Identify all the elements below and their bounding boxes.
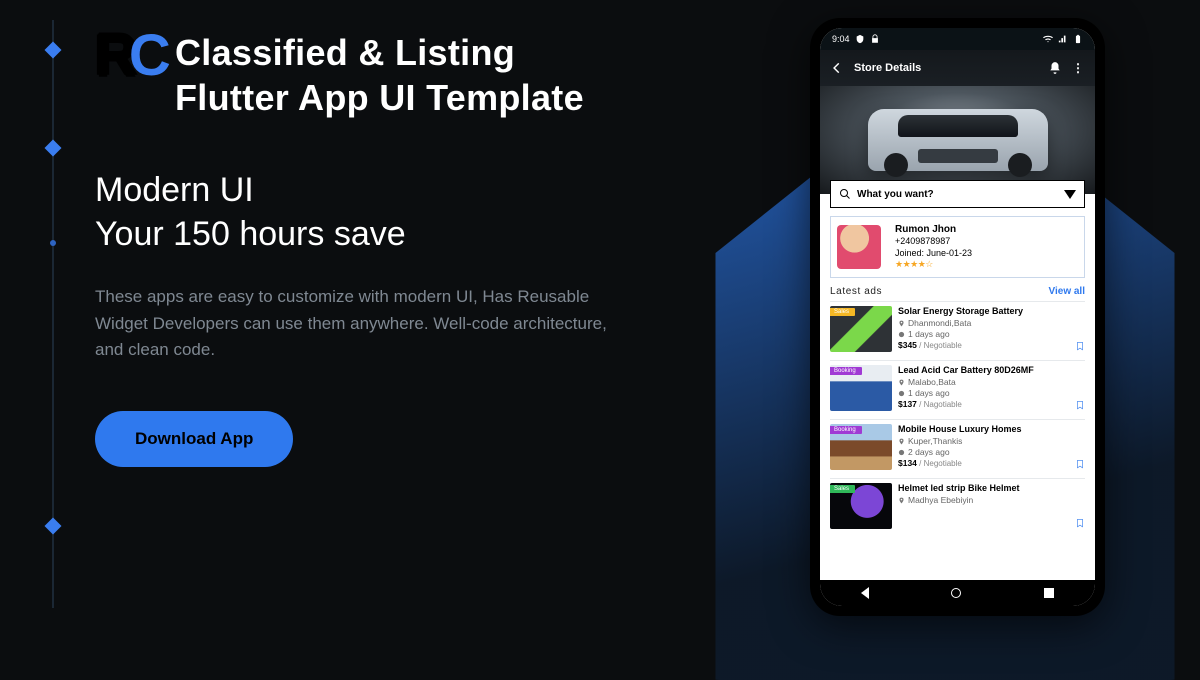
- bookmark-icon[interactable]: [1075, 340, 1085, 352]
- timeline-decor: [52, 20, 54, 608]
- wifi-icon: [1043, 34, 1053, 44]
- bookmark-icon[interactable]: [1075, 399, 1085, 411]
- logo-letter-r: R: [95, 30, 129, 110]
- ad-thumbnail: Sales: [830, 306, 892, 352]
- profile-joined: Joined: June-01-23: [895, 248, 972, 260]
- search-icon: [839, 188, 851, 200]
- ad-price: $134 / Negotiable: [898, 458, 1085, 469]
- signal-icon: [1058, 34, 1068, 44]
- subhead-line1: Modern UI: [95, 171, 254, 209]
- body-copy: These apps are easy to customize with mo…: [95, 284, 625, 363]
- ad-price: $345 / Negotiable: [898, 340, 1085, 351]
- nav-back-icon[interactable]: [861, 587, 869, 599]
- phone-mockup: 9:04 Store Details ⋮: [810, 18, 1105, 616]
- download-app-button[interactable]: Download App: [95, 411, 293, 467]
- shield-icon: [855, 34, 865, 44]
- ad-badge: Sales: [830, 308, 855, 316]
- bookmark-icon[interactable]: [1075, 517, 1085, 529]
- ad-thumbnail: Booking: [830, 424, 892, 470]
- ad-location: Dhanmondi,Bata: [898, 318, 1085, 329]
- profile-phone: +2409878987: [895, 236, 972, 248]
- ad-row[interactable]: Sales Solar Energy Storage BatteryDhanmon…: [830, 301, 1085, 356]
- ad-time: 1 days ago: [898, 329, 1085, 340]
- subhead-line2: Your 150 hours save: [95, 215, 406, 253]
- ad-row[interactable]: Booking Lead Acid Car Battery 80D26MFMala…: [830, 360, 1085, 415]
- ad-thumbnail: Sales: [830, 483, 892, 529]
- search-input[interactable]: What you want?: [830, 180, 1085, 208]
- section-title: Latest ads: [830, 286, 882, 297]
- more-icon[interactable]: ⋮: [1072, 61, 1085, 75]
- bell-icon[interactable]: [1048, 61, 1062, 75]
- ad-location: Madhya Ebebiyin: [898, 495, 1085, 506]
- ad-time: 2 days ago: [898, 447, 1085, 458]
- status-time: 9:04: [832, 34, 850, 44]
- ad-price: $137 / Nagotiable: [898, 399, 1085, 410]
- ad-badge: Booking: [830, 426, 862, 434]
- heading-line1: Classified & Listing: [175, 32, 515, 73]
- ad-title: Lead Acid Car Battery 80D26MF: [898, 365, 1085, 377]
- ad-title: Helmet led strip Bike Helmet: [898, 483, 1085, 495]
- ad-row[interactable]: Sales Helmet led strip Bike HelmetMadhya …: [830, 478, 1085, 533]
- timeline-dot: [45, 42, 62, 59]
- timeline-dot: [45, 140, 62, 157]
- ad-badge: Booking: [830, 367, 862, 375]
- nav-recent-icon[interactable]: [1044, 588, 1054, 598]
- ad-title: Mobile House Luxury Homes: [898, 424, 1085, 436]
- brand-logo: RC: [95, 30, 163, 110]
- avatar: [837, 225, 881, 269]
- heading-line2: Flutter App UI Template: [175, 77, 584, 118]
- page-title: Classified & Listing Flutter App UI Temp…: [175, 30, 584, 120]
- lock-icon: [870, 34, 880, 44]
- profile-card[interactable]: Rumon Jhon +2409878987 Joined: June-01-2…: [830, 216, 1085, 278]
- status-bar: 9:04: [820, 28, 1095, 50]
- ad-list: Sales Solar Energy Storage BatteryDhanmon…: [820, 301, 1095, 533]
- profile-rating: ★★★★☆: [895, 259, 972, 271]
- app-bar: Store Details ⋮: [820, 50, 1095, 86]
- ad-location: Kuper,Thankis: [898, 436, 1085, 447]
- logo-letter-c: C: [129, 30, 163, 110]
- dropdown-icon[interactable]: [1064, 190, 1076, 199]
- ad-badge: Sales: [830, 485, 855, 493]
- ad-title: Solar Energy Storage Battery: [898, 306, 1085, 318]
- timeline-dot: [50, 240, 56, 246]
- android-navbar: [820, 580, 1095, 606]
- store-hero-image: [820, 86, 1095, 194]
- bookmark-icon[interactable]: [1075, 458, 1085, 470]
- back-icon[interactable]: [830, 61, 844, 75]
- ad-thumbnail: Booking: [830, 365, 892, 411]
- ad-time: 1 days ago: [898, 388, 1085, 399]
- battery-icon: [1073, 34, 1083, 44]
- nav-home-icon[interactable]: [951, 588, 961, 598]
- subheading: Modern UI Your 150 hours save: [95, 168, 735, 256]
- ad-location: Malabo,Bata: [898, 377, 1085, 388]
- ad-row[interactable]: Booking Mobile House Luxury HomesKuper,Th…: [830, 419, 1085, 474]
- appbar-title: Store Details: [854, 62, 921, 74]
- view-all-link[interactable]: View all: [1048, 286, 1085, 297]
- timeline-dot: [45, 518, 62, 535]
- profile-name: Rumon Jhon: [895, 223, 972, 236]
- search-placeholder: What you want?: [857, 189, 934, 200]
